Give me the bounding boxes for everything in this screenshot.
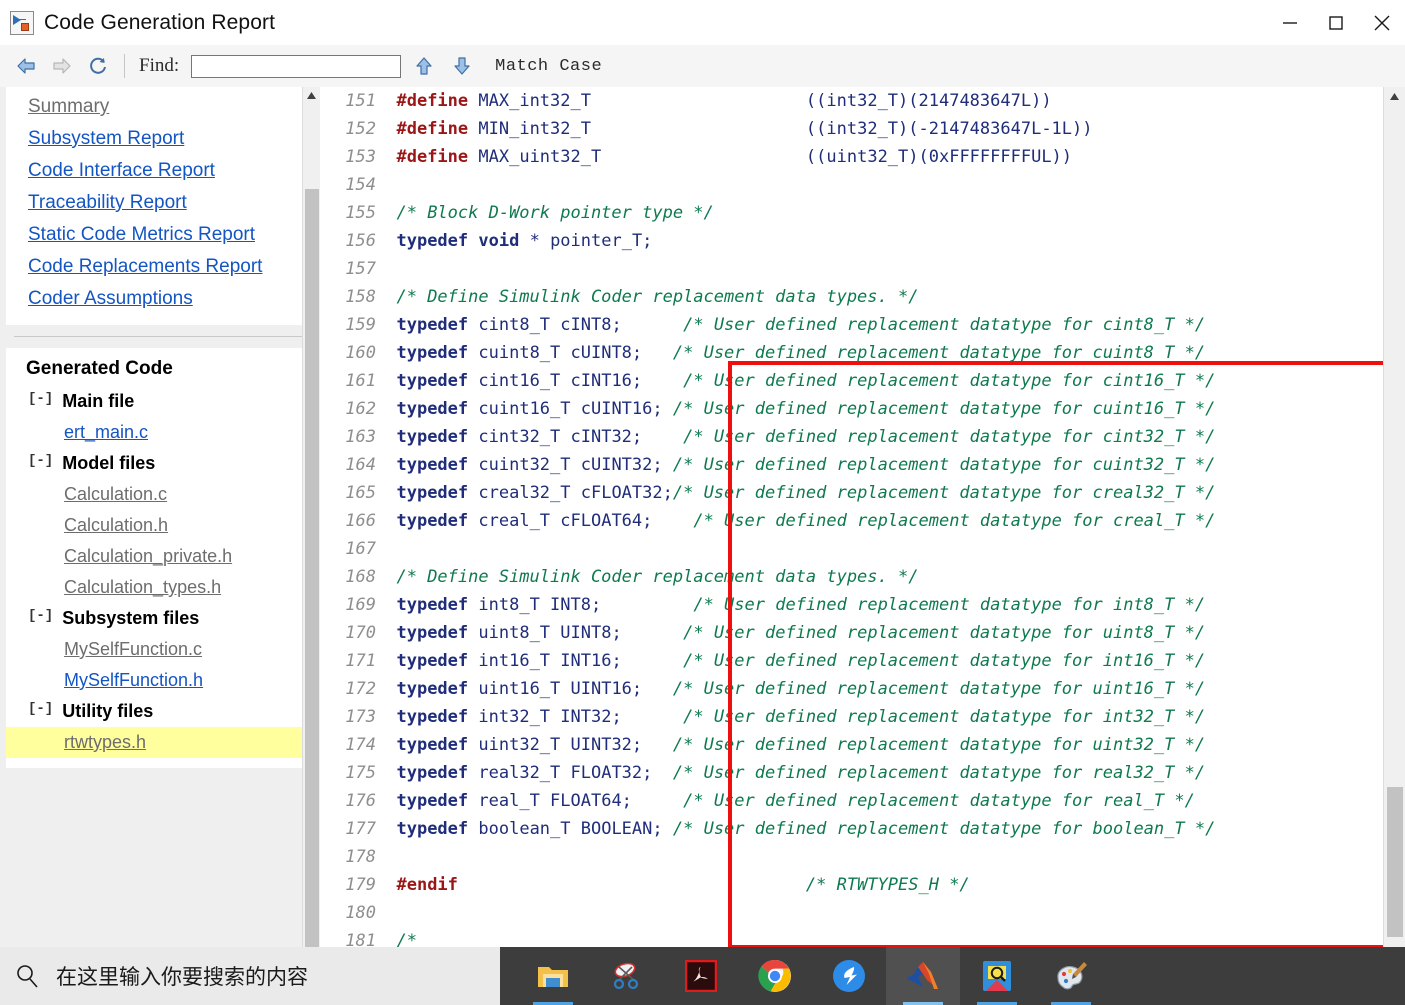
refresh-icon bbox=[90, 57, 106, 74]
sidebar-link-coder-assumptions[interactable]: Coder Assumptions bbox=[6, 283, 314, 315]
search-icon bbox=[17, 965, 38, 988]
find-label: Find: bbox=[139, 55, 180, 76]
code-generation-report-window: Code Generation Report Find: Match Case … bbox=[0, 0, 1405, 1005]
collapse-toggle-icon[interactable]: [-] bbox=[28, 391, 53, 407]
sidebar-link-traceability-report[interactable]: Traceability Report bbox=[6, 187, 314, 219]
taskbar-google-chrome-icon[interactable] bbox=[738, 947, 812, 1005]
sidebar-file-myselffunction-c[interactable]: MySelfFunction.c bbox=[6, 634, 314, 665]
forward-arrow-icon bbox=[53, 58, 71, 74]
code-viewer: 151 #define MAX_int32_T ((int32_T)(21474… bbox=[320, 87, 1405, 947]
code-scrollbar-thumb[interactable] bbox=[1387, 787, 1403, 937]
taskbar-everything-search-icon[interactable] bbox=[960, 947, 1034, 1005]
report-body: Summary Subsystem Report Code Interface … bbox=[0, 87, 1405, 947]
sidebar-link-code-replacements-report[interactable]: Code Replacements Report bbox=[6, 251, 314, 283]
sidebar-group-label: Model files bbox=[62, 453, 156, 473]
source-code-listing[interactable]: 151 #define MAX_int32_T ((int32_T)(21474… bbox=[320, 87, 1383, 947]
code-scroll-up-button[interactable] bbox=[1384, 87, 1405, 105]
sidebar-group-subsystem-files[interactable]: [-] Subsystem files bbox=[6, 603, 314, 634]
sidebar-file-rtwtypes-h[interactable]: rtwtypes.h bbox=[6, 727, 314, 758]
report-toolbar: Find: Match Case bbox=[0, 45, 1405, 88]
taskbar-matlab-icon[interactable] bbox=[886, 947, 960, 1005]
sidebar-link-code-interface-report[interactable]: Code Interface Report bbox=[6, 155, 314, 187]
window-title: Code Generation Report bbox=[44, 10, 276, 34]
simulink-model-icon bbox=[10, 10, 34, 35]
sidebar-link-subsystem-report[interactable]: Subsystem Report bbox=[6, 123, 314, 155]
refresh-button[interactable] bbox=[80, 51, 116, 81]
taskbar-app-icons bbox=[516, 947, 1108, 1005]
taskbar-dingtalk-icon[interactable] bbox=[812, 947, 886, 1005]
match-case-option[interactable]: Match Case bbox=[495, 57, 602, 76]
sidebar-link-static-code-metrics-report[interactable]: Static Code Metrics Report bbox=[6, 219, 314, 251]
collapse-toggle-icon[interactable]: [-] bbox=[28, 701, 53, 717]
sidebar-group-model-files[interactable]: [-] Model files bbox=[6, 448, 314, 479]
generated-code-heading: Generated Code bbox=[26, 358, 173, 379]
sidebar-group-label: Utility files bbox=[62, 701, 154, 721]
maximize-button[interactable] bbox=[1313, 0, 1359, 45]
report-sidebar: Summary Subsystem Report Code Interface … bbox=[0, 87, 320, 947]
taskbar-paint-icon[interactable] bbox=[1034, 947, 1108, 1005]
taskbar-search-box[interactable]: 在这里输入你要搜索的内容 bbox=[0, 947, 500, 1005]
sidebar-group-utility-files[interactable]: [-] Utility files bbox=[6, 696, 314, 727]
sidebar-scrollbar-thumb[interactable] bbox=[305, 189, 319, 947]
sidebar-divider bbox=[14, 336, 306, 337]
window-title-bar: Code Generation Report bbox=[0, 0, 1405, 46]
windows-taskbar: 在这里输入你要搜索的内容 bbox=[0, 947, 1405, 1005]
taskbar-adobe-acrobat-icon[interactable] bbox=[664, 947, 738, 1005]
sidebar-file-calculation-c[interactable]: Calculation.c bbox=[6, 479, 314, 510]
taskbar-search-placeholder: 在这里输入你要搜索的内容 bbox=[56, 965, 308, 989]
sidebar-file-calculation-types-h[interactable]: Calculation_types.h bbox=[6, 572, 314, 603]
arrow-down-icon bbox=[454, 57, 470, 75]
forward-button bbox=[44, 51, 80, 81]
code-scrollbar[interactable] bbox=[1383, 87, 1405, 947]
sidebar-scrollbar[interactable] bbox=[302, 87, 320, 947]
sidebar-scroll-up-button[interactable] bbox=[303, 87, 320, 104]
taskbar-file-explorer-icon[interactable] bbox=[516, 947, 590, 1005]
report-links-card: Summary Subsystem Report Code Interface … bbox=[6, 87, 314, 325]
find-previous-button[interactable] bbox=[409, 52, 439, 80]
collapse-toggle-icon[interactable]: [-] bbox=[28, 453, 53, 469]
sidebar-file-myselffunction-h[interactable]: MySelfFunction.h bbox=[6, 665, 314, 696]
toolbar-divider bbox=[124, 54, 125, 78]
sidebar-group-label: Main file bbox=[62, 391, 135, 411]
sidebar-file-calculation-private-h[interactable]: Calculation_private.h bbox=[6, 541, 314, 572]
code-scroll-area: 151 #define MAX_int32_T ((int32_T)(21474… bbox=[320, 87, 1383, 947]
generated-code-card: Generated Code [-] Main file ert_main.c … bbox=[6, 348, 314, 768]
sidebar-group-main-file[interactable]: [-] Main file bbox=[6, 386, 314, 417]
back-arrow-icon bbox=[17, 58, 35, 74]
sidebar-file-ert-main-c[interactable]: ert_main.c bbox=[6, 417, 314, 448]
sidebar-file-calculation-h[interactable]: Calculation.h bbox=[6, 510, 314, 541]
minimize-button[interactable] bbox=[1267, 0, 1313, 45]
sidebar-link-summary[interactable]: Summary bbox=[6, 91, 314, 123]
collapse-toggle-icon[interactable]: [-] bbox=[28, 608, 53, 624]
close-button[interactable] bbox=[1359, 0, 1405, 45]
window-controls bbox=[1267, 0, 1405, 45]
taskbar-snipping-tool-icon[interactable] bbox=[590, 947, 664, 1005]
arrow-up-icon bbox=[416, 57, 432, 75]
sidebar-group-label: Subsystem files bbox=[62, 608, 200, 628]
search-input[interactable] bbox=[191, 54, 402, 78]
find-next-button[interactable] bbox=[447, 52, 477, 80]
back-button[interactable] bbox=[8, 51, 44, 81]
